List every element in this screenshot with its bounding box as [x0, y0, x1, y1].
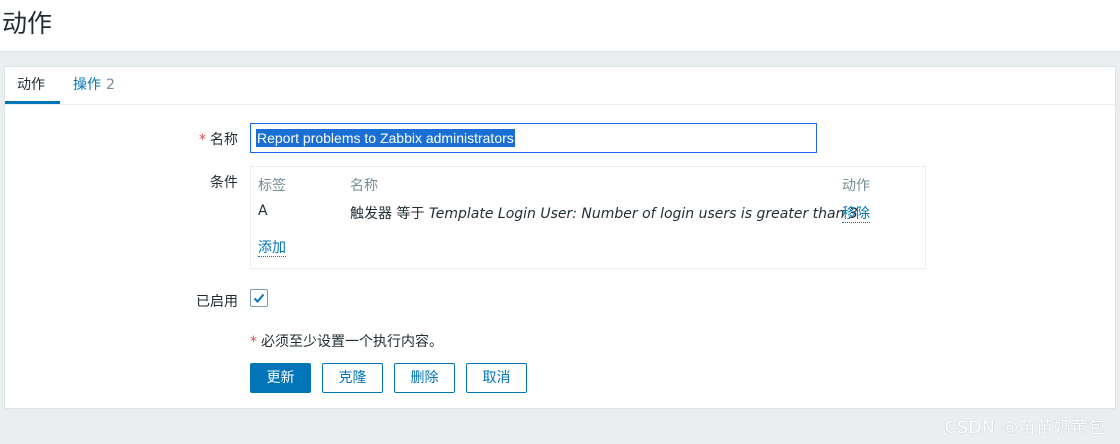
condition-add-cell: 添加 [258, 237, 286, 257]
conditions-label: 条件 [210, 175, 238, 191]
condition-row-value: Template Login User: Number of login use… [428, 206, 858, 222]
page-title: 动作 [2, 9, 53, 38]
update-button[interactable]: 更新 [250, 363, 311, 393]
required-note: * 必须至少设置一个执行内容。 [250, 331, 443, 351]
watermark: CSDN @苗苗奶黄包. [944, 418, 1112, 438]
condition-remove-cell: 移除 [842, 203, 870, 223]
conditions-table: 标签 名称 动作 A 触发器 等于 Template Login User: N… [250, 166, 926, 269]
tab-operations[interactable]: 操作 2 [61, 67, 127, 104]
note-text: 必须至少设置一个执行内容。 [261, 334, 443, 350]
tab-action-label: 动作 [17, 77, 45, 93]
page-header: 动作 [0, 0, 1120, 52]
required-mark: * [199, 132, 206, 148]
tab-operations-label: 操作 [73, 77, 101, 93]
condition-add-link[interactable]: 添加 [258, 240, 286, 257]
checkmark-icon [253, 293, 265, 303]
conditions-header-tag: 标签 [258, 178, 286, 194]
enabled-checkbox[interactable] [250, 289, 268, 307]
conditions-header-name: 名称 [350, 178, 378, 194]
name-input-value: Report problems to Zabbix administrators [256, 129, 515, 147]
clone-button[interactable]: 克隆 [322, 363, 383, 393]
name-label: 名称 [210, 132, 238, 148]
condition-row-prefix: 触发器 等于 [350, 206, 425, 222]
condition-row-name: 触发器 等于 Template Login User: Number of lo… [350, 203, 858, 223]
tab-bar: 动作 操作 2 [5, 67, 1115, 105]
condition-row-tag: A [258, 203, 268, 219]
condition-remove-link[interactable]: 移除 [842, 206, 870, 223]
tab-operations-count: 2 [106, 77, 115, 93]
delete-button[interactable]: 删除 [394, 363, 455, 393]
tab-action[interactable]: 动作 [5, 67, 60, 104]
action-form-panel: 动作 操作 2 * 名称 Report problems to Zabbix adm… [4, 66, 1116, 409]
cancel-button[interactable]: 取消 [466, 363, 527, 393]
name-label-row: * 名称 [58, 129, 238, 149]
conditions-header-action: 动作 [842, 178, 870, 194]
enabled-label: 已启用 [196, 294, 238, 310]
name-input[interactable]: Report problems to Zabbix administrators [250, 123, 817, 153]
note-required-mark: * [250, 334, 257, 350]
